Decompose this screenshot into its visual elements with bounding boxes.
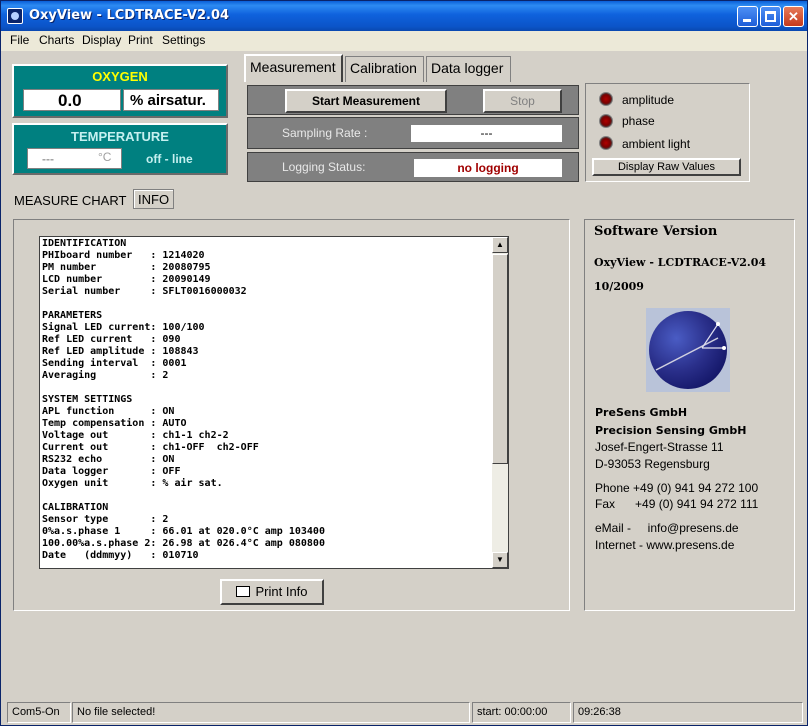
logging-status-row: Logging Status: no logging [247,152,579,182]
control-row: Start Measurement Stop [247,85,579,115]
menu-display[interactable]: Display [82,33,121,47]
close-icon: ✕ [788,9,799,24]
ambient-light-led-icon [599,136,613,150]
app-icon [7,8,23,24]
company-full-name: Precision Sensing GmbH [595,424,747,437]
start-measurement-button[interactable]: Start Measurement [285,89,447,113]
tab-calibration[interactable]: Calibration [345,56,424,82]
company-phone: Phone +49 (0) 941 94 272 100 [595,481,759,495]
presens-logo [646,308,730,392]
status-port: Com5-On [7,702,71,723]
menu-charts[interactable]: Charts [39,33,74,47]
minimize-button[interactable] [737,6,758,27]
print-info-button[interactable]: Print Info [220,579,324,605]
temperature-value: --- [42,152,54,166]
logging-status-label: Logging Status: [282,160,366,174]
software-heading: Software Version [594,224,718,239]
tab-measure-chart[interactable]: MEASURE CHART [10,191,130,211]
temperature-mode: off - line [146,152,193,166]
status-start: start: 00:00:00 [472,702,571,723]
maximize-icon [765,11,776,22]
app-window: OxyView - LCDTRACE-V2.04 ✕ File Charts D… [0,0,808,726]
temperature-panel: TEMPERATURE --- °C off - line [12,123,228,175]
printer-icon [236,586,251,598]
tab-info[interactable]: INFO [133,189,175,209]
menu-bar: File Charts Display Print Settings [1,31,807,51]
scroll-thumb[interactable] [492,254,508,464]
company-street: Josef-Engert-Strasse 11 [595,440,724,454]
print-info-label: Print Info [255,584,308,599]
oxygen-unit: % airsatur. [123,89,219,111]
display-raw-values-button[interactable]: Display Raw Values [592,158,741,176]
temperature-unit: °C [98,150,112,164]
oxygen-value: 0.0 [23,89,121,111]
info-text-area[interactable]: IDENTIFICATION PHIboard number : 1214020… [39,236,493,569]
title-bar[interactable]: OxyView - LCDTRACE-V2.04 ✕ [1,1,807,31]
sampling-rate-row: Sampling Rate : --- [247,117,579,149]
tab-data-logger[interactable]: Data logger [426,56,511,82]
software-version: OxyView - LCDTRACE-V2.04 [594,256,767,269]
phase-led-icon [599,114,613,128]
company-city: D-93053 Regensburg [595,457,710,471]
temperature-field: --- °C [27,148,122,169]
minimize-icon [743,19,751,22]
oxygen-panel: OXYGEN 0.0 % airsatur. [12,64,228,118]
stop-button[interactable]: Stop [483,89,562,113]
amplitude-label: amplitude [622,93,675,107]
software-date: 10/2009 [594,280,644,293]
scroll-down-icon[interactable]: ▼ [492,552,508,568]
status-time: 09:26:38 [573,702,803,723]
temperature-label: TEMPERATURE [71,129,169,144]
tab-measurement[interactable]: Measurement [244,54,343,83]
menu-file[interactable]: File [10,33,29,47]
status-file: No file selected! [72,702,470,723]
ambient-light-label: ambient light [622,137,691,151]
phase-label: phase [622,114,655,128]
company-website: Internet - www.presens.de [595,538,735,552]
oxygen-label: OXYGEN [92,69,148,84]
close-button[interactable]: ✕ [783,6,804,27]
info-scrollbar[interactable]: ▲ ▼ [492,236,509,569]
sampling-rate-field[interactable]: --- [410,124,563,143]
company-name: PreSens GmbH [595,406,688,419]
logging-status-field: no logging [413,158,563,178]
amplitude-led-icon [599,92,613,106]
company-fax: Fax +49 (0) 941 94 272 111 [595,497,759,511]
sampling-rate-label: Sampling Rate : [282,126,368,140]
maximize-button[interactable] [760,6,781,27]
indicator-panel: amplitude phase ambient light Display Ra… [585,83,750,182]
menu-settings[interactable]: Settings [162,33,205,47]
menu-print[interactable]: Print [128,33,153,47]
window-title: OxyView - LCDTRACE-V2.04 [29,8,230,23]
scroll-up-icon[interactable]: ▲ [492,237,508,253]
company-email: eMail - info@presens.de [595,521,739,535]
